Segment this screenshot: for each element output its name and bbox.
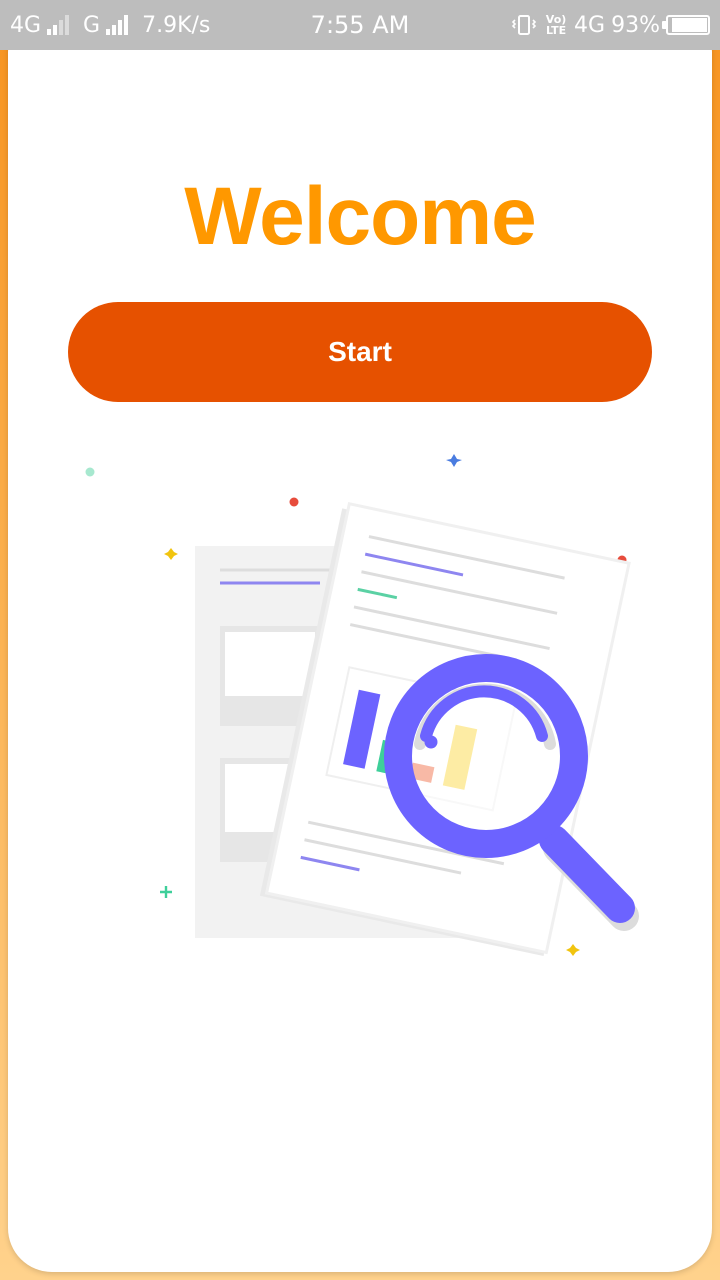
- network-speed: 7.9K/s: [142, 12, 211, 38]
- document-search-illustration: [85, 454, 639, 957]
- signal-icon-2: [106, 15, 129, 35]
- vibrate-icon: [511, 15, 537, 35]
- clock: 7:55 AM: [310, 11, 410, 39]
- network-type-label-3: 4G: [574, 12, 606, 38]
- page-title: Welcome: [184, 171, 537, 262]
- battery-percent: 93%: [611, 12, 660, 38]
- welcome-card: Welcome Start: [8, 8, 712, 1272]
- status-left: 4G G 7.9K/s: [10, 0, 210, 50]
- signal-icon: [47, 15, 70, 35]
- sparkle-icon: [164, 548, 178, 560]
- status-right: Vo) LTE 4G 93%: [510, 0, 710, 50]
- status-bar: 4G G 7.9K/s 7:55 AM Vo) LTE 4G 93%: [0, 0, 720, 50]
- network-type-label-2: G: [83, 12, 101, 38]
- confetti-dot: [289, 497, 299, 507]
- start-button[interactable]: Start: [68, 302, 652, 402]
- sparkle-icon: [446, 454, 462, 467]
- confetti-dot: [85, 467, 95, 477]
- network-type-label: 4G: [10, 12, 42, 38]
- volte-label: Vo) LTE: [545, 13, 567, 37]
- sparkle-icon: [566, 944, 580, 956]
- plus-icon: [160, 886, 172, 898]
- battery-icon: [662, 15, 710, 35]
- battery-fill: [671, 18, 707, 32]
